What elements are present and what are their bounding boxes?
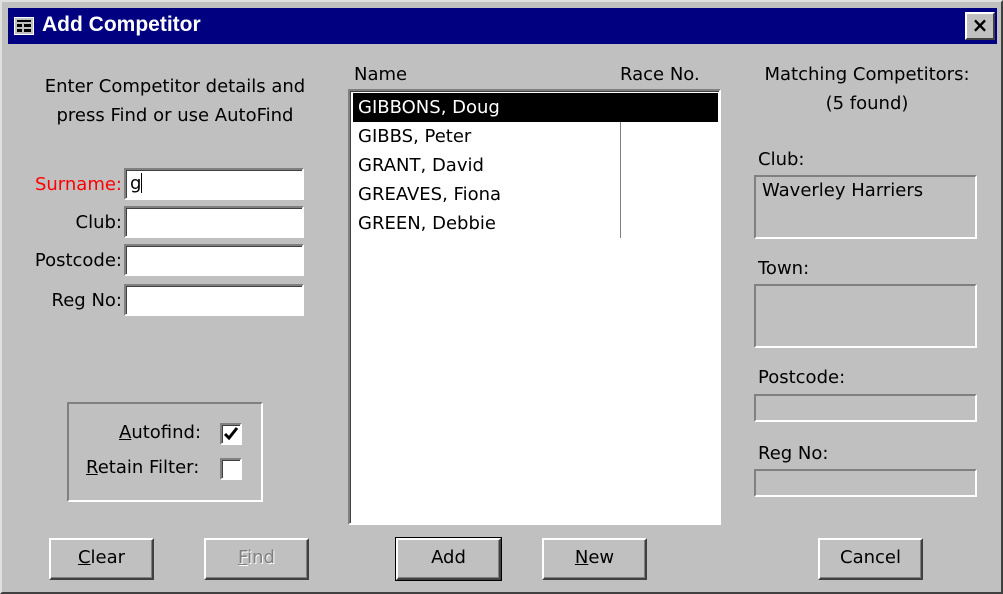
new-button[interactable]: New: [542, 538, 647, 580]
add-button[interactable]: Add: [395, 537, 502, 581]
text-caret: [141, 173, 143, 193]
list-item[interactable]: GREAVES, Fiona: [353, 180, 718, 209]
regno-label: Reg No:: [51, 290, 122, 311]
race-no-column-header[interactable]: Race No.: [620, 64, 700, 85]
regno-input[interactable]: [124, 284, 304, 316]
surname-input[interactable]: g: [124, 168, 304, 200]
instructions-line-2: press Find or use AutoFind: [56, 105, 294, 126]
list-item[interactable]: GRANT, David: [353, 151, 718, 180]
autofind-checkbox[interactable]: [220, 423, 242, 445]
match-regno-value: [754, 469, 977, 497]
matching-count: (5 found): [825, 93, 909, 114]
match-club-value: Waverley Harriers: [754, 175, 977, 239]
list-item-name: GREAVES, Fiona: [358, 184, 502, 205]
checkmark-icon: [223, 427, 239, 441]
competitor-list[interactable]: GIBBONS, Doug GIBBS, Peter GRANT, David …: [348, 89, 721, 525]
match-regno-label: Reg No:: [758, 443, 829, 464]
instructions-line-1: Enter Competitor details and: [44, 76, 306, 97]
name-column-header[interactable]: Name: [354, 64, 407, 85]
options-group: [67, 402, 263, 502]
window-title: Add Competitor: [42, 13, 201, 36]
surname-value: g: [130, 173, 142, 194]
retain-filter-checkbox[interactable]: [220, 458, 242, 480]
match-postcode-label: Postcode:: [758, 367, 846, 388]
match-postcode-value: [754, 394, 977, 422]
surname-label: Surname:: [34, 174, 122, 195]
find-button[interactable]: Find: [204, 538, 309, 580]
matching-heading: Matching Competitors:: [764, 64, 970, 85]
list-item-name: GRANT, David: [358, 155, 484, 176]
list-item[interactable]: GIBBS, Peter: [353, 122, 718, 151]
list-item[interactable]: GIBBONS, Doug: [353, 93, 718, 122]
list-item-name: GIBBONS, Doug: [358, 97, 500, 118]
title-bar[interactable]: Add Competitor ×: [8, 8, 997, 44]
match-town-value: [754, 284, 977, 348]
cancel-button[interactable]: Cancel: [818, 538, 923, 580]
instructions-text: Enter Competitor details and press Find …: [24, 72, 326, 130]
form-icon: [14, 17, 34, 35]
match-town-label: Town:: [758, 258, 810, 279]
list-item[interactable]: GREEN, Debbie: [353, 209, 718, 238]
autofind-label[interactable]: Autofind:: [119, 422, 201, 443]
postcode-label: Postcode:: [34, 250, 122, 271]
list-item-name: GREEN, Debbie: [358, 213, 496, 234]
postcode-input[interactable]: [124, 244, 304, 276]
add-competitor-dialog: Add Competitor × Enter Competitor detail…: [0, 0, 1003, 594]
clear-button[interactable]: Clear: [49, 538, 154, 580]
retain-filter-label[interactable]: Retain Filter:: [86, 457, 199, 478]
club-label: Club:: [75, 212, 122, 233]
list-item-name: GIBBS, Peter: [358, 126, 472, 147]
match-club-label: Club:: [758, 149, 805, 170]
club-input[interactable]: [124, 206, 304, 238]
close-button[interactable]: ×: [965, 12, 995, 40]
close-icon: ×: [971, 13, 989, 37]
